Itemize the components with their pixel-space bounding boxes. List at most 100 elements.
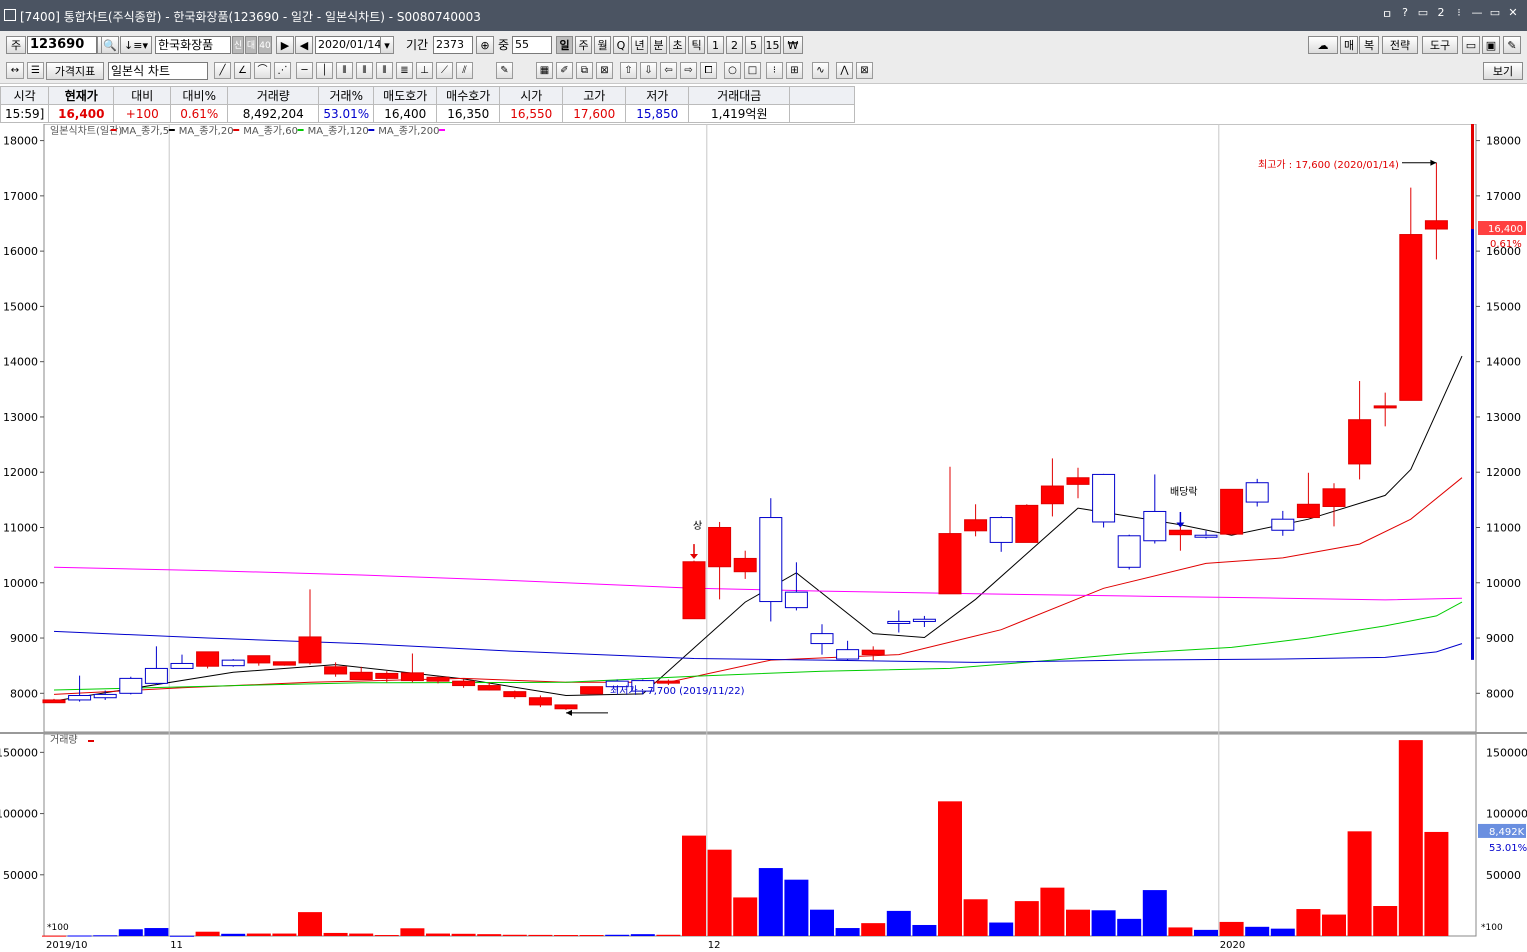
candle-body[interactable] [989,517,1013,543]
volume-bar[interactable] [1040,887,1065,936]
candle-body[interactable] [580,686,604,695]
search-icon[interactable]: 🔍 [101,36,119,54]
volume-bar[interactable] [1322,914,1346,936]
minimize-icon[interactable]: — [1471,6,1483,22]
strategy-button[interactable]: 전략 [1382,36,1418,54]
copy-icon[interactable]: ⧉ [576,62,593,79]
volume-bar[interactable] [477,934,502,936]
volume-bar[interactable] [989,922,1014,936]
candle-body[interactable] [938,533,962,595]
volume-bar[interactable] [144,928,169,936]
volume-bar[interactable] [42,935,66,937]
candle-body[interactable] [144,667,168,684]
volume-bar[interactable] [861,923,886,936]
chart-type-select[interactable]: 일본식 차트 [108,62,208,80]
volume-bar[interactable] [630,934,655,936]
open-icon[interactable]: ▭ [1462,36,1480,54]
indicator-list-icon[interactable]: ☰ [27,62,44,79]
volume-bar[interactable] [1424,831,1449,936]
candle-body[interactable] [477,685,501,691]
market-button[interactable]: 주 [6,36,26,54]
volume-bar[interactable] [93,935,118,937]
channel-icon[interactable]: ⫽ [456,62,473,79]
candle-body[interactable] [1296,503,1320,519]
period-button-11[interactable]: 15 [764,36,781,54]
period-input[interactable]: 2373 [433,36,473,54]
crosshair-icon[interactable]: ⊞ [786,62,803,79]
volume-bar[interactable] [528,934,553,936]
grid-lines-icon[interactable]: ⦀ [376,62,393,79]
candle-body[interactable] [1168,529,1192,536]
volume-bar[interactable] [195,931,220,936]
candle-body[interactable] [119,677,143,694]
volume-bar[interactable] [579,935,604,937]
volume-bar[interactable] [246,933,271,936]
arc-icon[interactable]: ⌒ [254,62,271,79]
pencil-icon[interactable]: ✎ [496,62,513,79]
period-button-1[interactable]: 주 [575,36,592,54]
candle-body[interactable] [93,693,117,699]
volume-bar[interactable] [67,935,92,937]
volume-bar[interactable] [835,928,860,936]
period-button-7[interactable]: 틱 [688,36,705,54]
candle-body[interactable] [1322,488,1346,507]
clear-icon[interactable]: ⊠ [856,62,873,79]
multi-chart-button[interactable]: 복 [1359,36,1379,54]
volume-bar[interactable] [938,801,962,936]
count-input[interactable]: 55 [512,36,552,54]
date-dropdown-icon[interactable]: ▾ [380,36,394,54]
rectangle-icon[interactable]: □ [744,62,761,79]
pattern-icon[interactable]: ⋀ [836,62,853,79]
candle-body[interactable] [759,517,783,603]
circle-icon[interactable]: ○ [724,62,741,79]
prev-icon[interactable]: ◀ [295,36,313,54]
volume-bar[interactable] [1066,909,1090,936]
color-palette-icon[interactable]: ▦ [536,62,553,79]
volume-bars[interactable] [42,740,1449,937]
candle-body[interactable] [1194,534,1218,538]
candle-body[interactable] [554,704,578,710]
candle-body[interactable] [1143,510,1167,542]
volume-bar[interactable] [605,934,630,936]
horizontal-line-icon[interactable]: ─ [296,62,313,79]
candle-body[interactable] [272,661,296,666]
close-icon[interactable]: ✕ [1507,6,1519,22]
help-icon[interactable]: ? [1399,6,1411,22]
candle-body[interactable] [298,636,322,664]
candle-body[interactable] [375,672,399,679]
candle-body[interactable] [1066,477,1090,485]
shift-right-icon[interactable]: ⇨ [680,62,697,79]
volume-bar[interactable] [1373,906,1398,936]
volume-bar[interactable] [221,933,246,936]
volume-bar[interactable] [400,928,425,936]
period-button-6[interactable]: 초 [669,36,686,54]
candle-body[interactable] [708,526,732,568]
volume-bar[interactable] [912,924,937,936]
volume-bar[interactable] [1168,927,1193,936]
candle-body[interactable] [1245,482,1269,503]
candle-body[interactable] [221,659,245,667]
text-icon[interactable]: ⧠ [700,62,717,79]
volume-bar[interactable] [784,879,809,936]
candle-body[interactable] [912,618,936,622]
volume-bar[interactable] [374,935,399,937]
candle-body[interactable] [42,699,66,704]
candle-body[interactable] [452,680,476,687]
volume-bar[interactable] [963,899,988,936]
candle-body[interactable] [1373,405,1397,409]
perpendicular-icon[interactable]: ⊥ [416,62,433,79]
candle-body[interactable] [682,561,706,620]
gann-icon[interactable]: ⦀ [356,62,373,79]
candle-body[interactable] [1399,234,1423,401]
candle-body[interactable] [400,672,424,682]
volume-bar[interactable] [451,933,476,936]
maximize-icon[interactable]: ▭ [1489,6,1501,22]
more-icon[interactable]: ⁝ [1453,6,1465,22]
volume-bar[interactable] [758,868,783,936]
fan-icon[interactable]: ⋰ [274,62,291,79]
period-button-5[interactable]: 분 [650,36,667,54]
candle-body[interactable] [426,676,450,682]
candle-body[interactable] [1092,473,1116,523]
candle-body[interactable] [1117,535,1141,568]
sort-icon[interactable]: ↓≡▾ [120,36,152,54]
